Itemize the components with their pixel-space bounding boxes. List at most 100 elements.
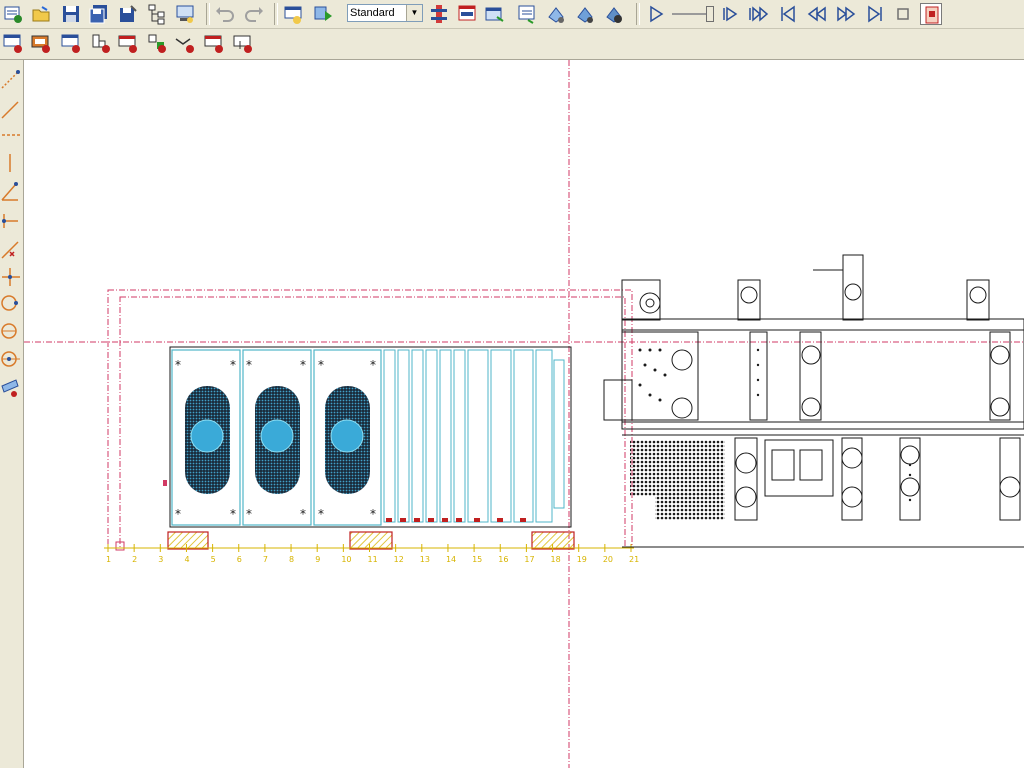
- ruler-label: 16: [498, 555, 508, 564]
- settings-icon[interactable]: [603, 3, 625, 25]
- ruler-label: 10: [341, 555, 351, 564]
- window-icon[interactable]: [484, 3, 506, 25]
- ellipse-icon[interactable]: [0, 348, 22, 370]
- ruler-label: 12: [394, 555, 404, 564]
- fan-unit-2[interactable]: [255, 386, 300, 494]
- ruler-label: 18: [551, 555, 561, 564]
- go-end-icon[interactable]: [864, 3, 886, 25]
- move-icon[interactable]: [146, 32, 168, 54]
- grid-icon[interactable]: [60, 32, 82, 54]
- view-mode-select[interactable]: Standard ▼: [347, 4, 423, 22]
- guide-lines: [24, 60, 1024, 768]
- ruler-label: 11: [368, 555, 378, 564]
- rotate-right-icon[interactable]: [574, 3, 596, 25]
- ruler-label: 1: [106, 555, 111, 564]
- ruler-label: 17: [524, 555, 534, 564]
- redo-icon[interactable]: [243, 3, 265, 25]
- save-as-icon[interactable]: [117, 3, 139, 25]
- circle-icon[interactable]: [0, 320, 22, 342]
- svg-text:*: *: [370, 358, 376, 372]
- save-all-icon[interactable]: [88, 3, 110, 25]
- ruler-label: 21: [629, 555, 639, 564]
- diagonal-icon[interactable]: [0, 98, 22, 120]
- panel-edit-icon[interactable]: [232, 32, 254, 54]
- svg-text:*: *: [175, 507, 181, 521]
- ruler-label: 20: [603, 555, 613, 564]
- ruler-label: 9: [315, 555, 320, 564]
- dimension-icon[interactable]: [0, 210, 22, 232]
- column-icon[interactable]: [428, 3, 450, 25]
- save-icon[interactable]: [60, 3, 82, 25]
- ruler-label: 2: [132, 555, 137, 564]
- ruler-label: 7: [263, 555, 268, 564]
- new-icon[interactable]: [2, 3, 24, 25]
- play-icon[interactable]: [645, 3, 667, 25]
- main-toolbar: Standard ▼: [0, 0, 1024, 29]
- tree-icon[interactable]: [146, 3, 168, 25]
- speed-slider[interactable]: [672, 6, 714, 22]
- ruler-label: 14: [446, 555, 456, 564]
- window-add-icon[interactable]: [117, 32, 139, 54]
- frame-icon[interactable]: [30, 32, 52, 54]
- step-forward-icon[interactable]: [720, 3, 742, 25]
- horizontal-dash-icon[interactable]: [0, 124, 22, 146]
- rewind-icon[interactable]: [806, 3, 828, 25]
- stop-icon[interactable]: [892, 3, 914, 25]
- slider-thumb[interactable]: [706, 6, 714, 22]
- svg-text:*: *: [175, 358, 181, 372]
- export-icon[interactable]: [516, 3, 538, 25]
- table-icon[interactable]: [282, 3, 304, 25]
- ruler-label: 6: [237, 555, 242, 564]
- ruler-label: 13: [420, 555, 430, 564]
- svg-text:*: *: [246, 507, 252, 521]
- rotate-icon[interactable]: [545, 3, 567, 25]
- ruler-label: 5: [211, 555, 216, 564]
- panel-icon[interactable]: [203, 32, 225, 54]
- svg-text:*: *: [230, 507, 236, 521]
- drawing-toolbar: [0, 60, 24, 768]
- ruler-label: 19: [577, 555, 587, 564]
- svg-text:*: *: [300, 358, 306, 372]
- angle-icon[interactable]: [0, 180, 22, 202]
- undo-icon[interactable]: [214, 3, 236, 25]
- svg-text:*: *: [318, 358, 324, 372]
- view-mode-value: Standard: [350, 7, 395, 19]
- fan-unit-1[interactable]: [185, 386, 230, 494]
- forward-icon[interactable]: [835, 3, 857, 25]
- drawing-canvas[interactable]: * * * * * * * * * * * * 1 2 3 4 5 6 7 8 …: [24, 60, 1024, 768]
- cut-icon[interactable]: [0, 238, 22, 260]
- footer-block-2: [349, 531, 393, 550]
- draw-line-icon[interactable]: [0, 68, 22, 90]
- print-icon[interactable]: [174, 3, 196, 25]
- cabinet-rack[interactable]: * * * * * * * * * * * *: [115, 346, 575, 551]
- component-icon[interactable]: [90, 32, 112, 54]
- svg-text:*: *: [318, 507, 324, 521]
- run-icon[interactable]: [312, 3, 334, 25]
- slot-modules: [383, 349, 565, 523]
- svg-text:*: *: [230, 358, 236, 372]
- ruler-label: 3: [158, 555, 163, 564]
- ruler-label: 15: [472, 555, 482, 564]
- dialog-icon[interactable]: [456, 3, 478, 25]
- route-icon[interactable]: [174, 32, 196, 54]
- schematic-drawing[interactable]: * * * * * * * * * * * * 1 2 3 4 5 6 7 8 …: [24, 60, 1024, 768]
- rectangle-icon[interactable]: [0, 292, 22, 314]
- svg-text:*: *: [246, 358, 252, 372]
- record-icon[interactable]: [920, 3, 942, 25]
- secondary-toolbar: [0, 29, 1024, 60]
- chevron-down-icon: ▼: [406, 5, 422, 21]
- vertical-line-icon[interactable]: [0, 152, 22, 174]
- footer-block-1: [167, 531, 209, 550]
- table-new-icon[interactable]: [2, 32, 24, 54]
- dotted-mesh-block: [630, 440, 725, 496]
- go-start-icon[interactable]: [777, 3, 799, 25]
- fan-unit-3[interactable]: [325, 386, 370, 494]
- ruler-label: 4: [184, 555, 189, 564]
- ruler-label: 8: [289, 555, 294, 564]
- open-icon[interactable]: [30, 3, 52, 25]
- svg-text:*: *: [370, 507, 376, 521]
- svg-text:*: *: [300, 507, 306, 521]
- measure-icon[interactable]: [0, 376, 22, 398]
- node-icon[interactable]: [0, 266, 22, 288]
- fast-forward-icon[interactable]: [748, 3, 770, 25]
